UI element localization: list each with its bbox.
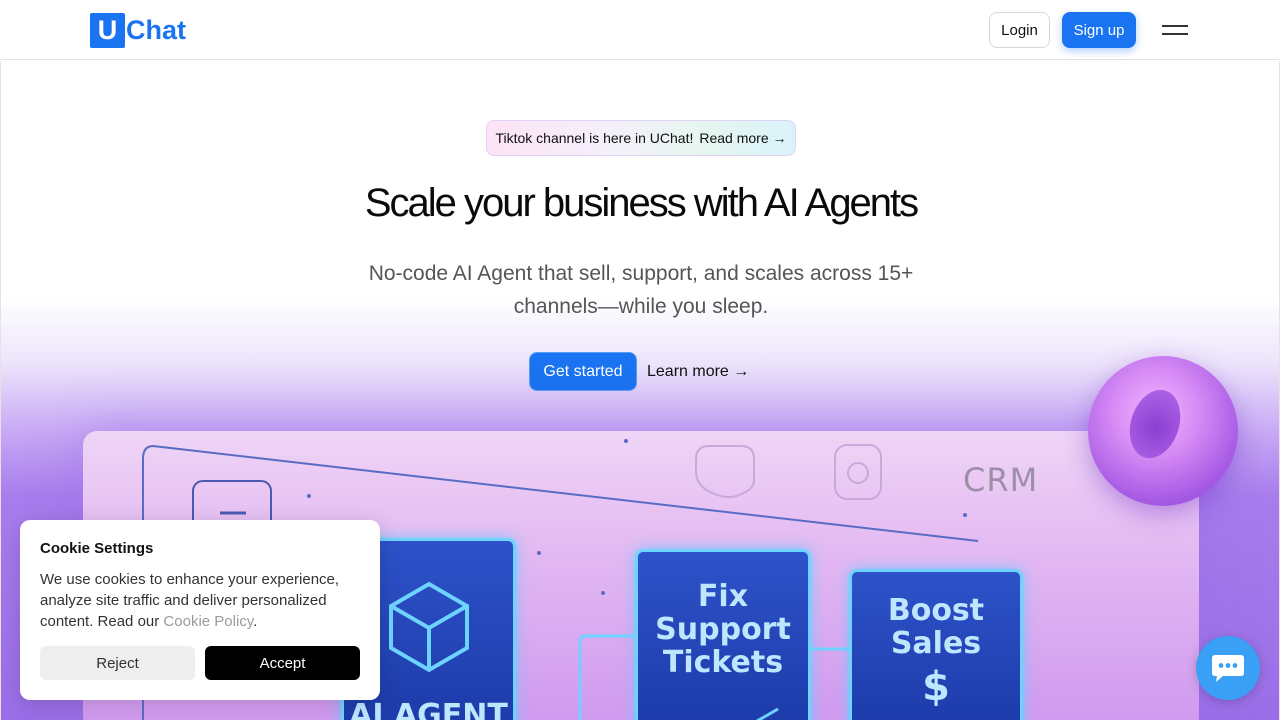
cube-icon — [389, 581, 469, 673]
logo-mark: U — [90, 13, 125, 48]
cookie-title: Cookie Settings — [40, 540, 154, 557]
announcement-text: Tiktok channel is here in UChat! — [495, 130, 694, 146]
accept-cookies-button[interactable]: Accept — [205, 646, 360, 680]
login-button[interactable]: Login — [989, 12, 1050, 48]
support-line-1: Fix — [697, 579, 749, 614]
cookie-policy-link[interactable]: Cookie Policy — [163, 613, 253, 630]
ai-agent-label: AI AGENT — [349, 698, 508, 720]
hero-headline: Scale your business with AI Agents — [364, 181, 919, 225]
support-card: Fix Support Tickets — [635, 549, 811, 720]
cookie-body: We use cookies to enhance your experienc… — [40, 569, 360, 632]
announcement-banner[interactable]: Tiktok channel is here in UChat! Read mo… — [486, 120, 796, 156]
signup-button[interactable]: Sign up — [1062, 12, 1136, 48]
decorative-torus — [1088, 356, 1238, 506]
dollar-icon: $ — [922, 664, 950, 710]
reject-cookies-button[interactable]: Reject — [40, 646, 195, 680]
chat-bubble-icon[interactable] — [1196, 636, 1260, 700]
sales-line-2: Sales — [890, 626, 982, 661]
hero-subhead: No-code AI Agent that sell, support, and… — [368, 262, 914, 318]
crm-label: CRM — [963, 461, 1039, 499]
learn-more-link[interactable]: Learn more → — [647, 352, 749, 391]
sales-card: Boost Sales $ — [849, 569, 1023, 720]
support-line-3: Tickets — [662, 645, 784, 680]
uchat-logo[interactable]: U Chat — [90, 13, 186, 48]
chat-glyph — [1212, 655, 1244, 682]
sales-line-1: Boost — [887, 593, 985, 628]
cookie-period: . — [253, 613, 258, 630]
support-line-2: Support — [655, 612, 791, 647]
cookie-banner: Cookie Settings We use cookies to enhanc… — [20, 520, 380, 700]
get-started-button[interactable]: Get started — [529, 352, 637, 391]
site-header: U Chat Login Sign up — [0, 0, 1280, 60]
logo-wordmark: Chat — [126, 15, 186, 45]
trend-icon — [755, 707, 779, 720]
hamburger-menu-icon[interactable] — [1162, 22, 1188, 38]
announcement-link[interactable]: Read more → — [699, 130, 786, 146]
